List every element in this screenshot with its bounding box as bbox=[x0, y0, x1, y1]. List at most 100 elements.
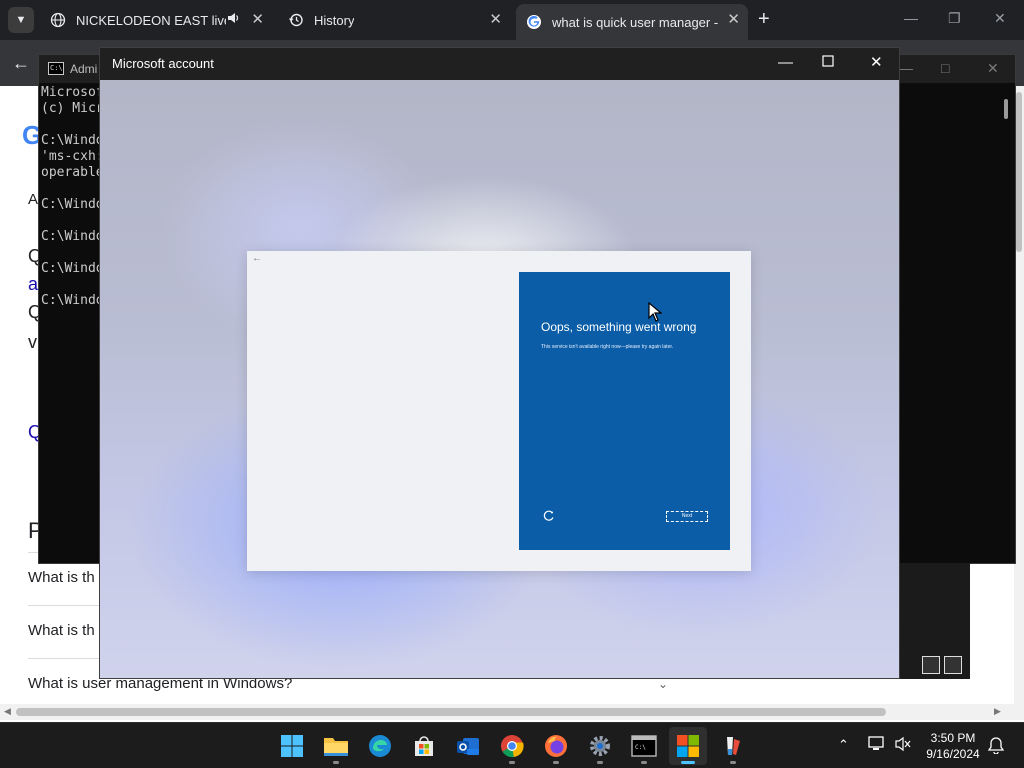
bell-icon[interactable] bbox=[987, 736, 1005, 758]
details-view-icon[interactable] bbox=[922, 656, 940, 674]
firefox-icon bbox=[545, 735, 567, 757]
store-icon bbox=[415, 736, 433, 756]
terminal-line: C:\Windo bbox=[41, 133, 104, 148]
tiles-view-icon[interactable] bbox=[944, 656, 962, 674]
result-text: v bbox=[28, 332, 37, 352]
start-button[interactable] bbox=[273, 727, 311, 765]
running-indicator bbox=[333, 761, 339, 764]
taskbar-outlook[interactable] bbox=[449, 727, 487, 765]
terminal-title: Admi bbox=[70, 62, 98, 76]
taskbar-firefox[interactable] bbox=[537, 727, 575, 765]
taskbar-file-explorer[interactable] bbox=[317, 727, 355, 765]
minimize-icon[interactable]: — bbox=[904, 10, 918, 26]
error-message: This service isn't available right now—p… bbox=[541, 344, 674, 350]
running-indicator bbox=[641, 761, 647, 764]
back-arrow-icon[interactable]: ← bbox=[12, 54, 30, 72]
tab-google-search[interactable]: what is quick user manager - G ✕ bbox=[516, 4, 748, 40]
tab-history[interactable]: History ✕ bbox=[278, 4, 510, 36]
taskbar-settings[interactable] bbox=[581, 727, 619, 765]
faq-question: What is th bbox=[28, 569, 95, 586]
view-toggle bbox=[922, 656, 962, 674]
minimize-icon[interactable]: — bbox=[899, 60, 913, 76]
close-icon[interactable]: ✕ bbox=[727, 12, 740, 28]
tab-title: History bbox=[314, 12, 355, 28]
terminal-line: (c) Micr bbox=[41, 101, 104, 116]
speaker-icon[interactable] bbox=[226, 11, 240, 28]
close-icon[interactable]: ✕ bbox=[987, 60, 999, 77]
terminal-line: C:\Windo bbox=[41, 229, 104, 244]
error-heading: Oops, something went wrong bbox=[541, 320, 697, 334]
chevron-down-icon: ▼ bbox=[15, 14, 27, 26]
network-icon[interactable] bbox=[868, 736, 886, 756]
scroll-right-icon[interactable]: ▶ bbox=[994, 706, 1001, 717]
running-indicator bbox=[730, 761, 736, 764]
terminal-line: C:\Windo bbox=[41, 293, 104, 308]
minimize-icon[interactable]: — bbox=[778, 54, 793, 72]
restore-icon[interactable]: ❐ bbox=[948, 10, 961, 26]
terminal-line: operable bbox=[41, 165, 104, 180]
google-icon bbox=[526, 14, 542, 30]
error-card: Oops, something went wrong This service … bbox=[519, 272, 730, 550]
start-icon bbox=[281, 735, 303, 757]
close-icon[interactable]: ✕ bbox=[489, 12, 502, 28]
microsoft-account-window[interactable]: Microsoft account — ✕ ← Oops, something … bbox=[99, 47, 900, 679]
clock-time: 3:50 PM bbox=[930, 731, 976, 745]
taskbar-store[interactable] bbox=[405, 727, 443, 765]
tab-nickelodeon[interactable]: NICKELODEON EAST live str ✕ bbox=[40, 4, 272, 36]
scrollbar-thumb[interactable] bbox=[1016, 92, 1022, 252]
running-indicator bbox=[597, 761, 603, 764]
terminal-line: Microsof bbox=[41, 85, 104, 100]
chevron-up-icon[interactable]: ⌃ bbox=[838, 737, 849, 753]
volume-muted-icon[interactable] bbox=[894, 736, 912, 756]
outlook-new-icon bbox=[457, 738, 479, 755]
microsoft-icon bbox=[677, 735, 699, 757]
taskbar-terminal[interactable]: C:\ bbox=[625, 727, 663, 765]
horizontal-scrollbar[interactable]: ◀ ▶ bbox=[0, 704, 1024, 720]
close-icon[interactable]: ✕ bbox=[251, 12, 264, 28]
accessibility-icon[interactable] bbox=[543, 510, 555, 525]
taskbar-chrome[interactable] bbox=[493, 727, 531, 765]
tab-title: what is quick user manager - G bbox=[552, 14, 720, 30]
close-icon[interactable]: ✕ bbox=[994, 10, 1006, 26]
clock-date: 9/16/2024 bbox=[926, 747, 980, 761]
dialog-body: ← Oops, something went wrong This servic… bbox=[100, 80, 899, 678]
terminal-line: 'ms-cxh: bbox=[41, 149, 104, 164]
settings-icon bbox=[590, 736, 610, 756]
tab-all[interactable]: A bbox=[28, 191, 38, 208]
next-button[interactable]: Next bbox=[666, 511, 708, 522]
faq-question: What is th bbox=[28, 622, 95, 639]
globe-icon bbox=[50, 12, 66, 28]
chrome-icon bbox=[501, 735, 524, 758]
terminal-icon: C:\ bbox=[631, 735, 657, 757]
taskbar-paint[interactable] bbox=[714, 727, 752, 765]
terminal-scrollbar[interactable] bbox=[1001, 83, 1015, 563]
scrollbar-thumb[interactable] bbox=[1004, 99, 1008, 119]
back-arrow-icon[interactable]: ← bbox=[252, 253, 262, 264]
cmd-icon: C:\ bbox=[48, 62, 64, 75]
maximize-icon[interactable]: □ bbox=[941, 60, 949, 76]
scroll-left-icon[interactable]: ◀ bbox=[4, 706, 11, 717]
tab-strip: ▼ NICKELODEON EAST live str ✕ History ✕ … bbox=[0, 0, 1024, 40]
file-explorer-icon bbox=[324, 738, 348, 756]
system-clock[interactable]: 3:50 PM 9/16/2024 bbox=[920, 730, 986, 762]
new-tab-button[interactable]: + bbox=[758, 9, 770, 29]
terminal-output[interactable]: Microsof (c) Micr C:\Windo'ms-cxh: operabl… bbox=[41, 85, 104, 309]
taskbar-microsoft-account[interactable] bbox=[669, 727, 707, 765]
taskbar-edge[interactable] bbox=[361, 727, 399, 765]
history-icon bbox=[288, 12, 304, 28]
maximize-icon[interactable] bbox=[822, 54, 834, 72]
dialog-titlebar[interactable]: Microsoft account — ✕ bbox=[100, 48, 899, 80]
result-link[interactable]: a bbox=[28, 274, 38, 295]
close-icon[interactable]: ✕ bbox=[870, 54, 883, 72]
paint-icon bbox=[727, 737, 740, 755]
svg-text:C:\: C:\ bbox=[635, 744, 646, 751]
tab-search-button[interactable]: ▼ bbox=[8, 7, 34, 33]
running-indicator bbox=[681, 761, 695, 764]
mouse-cursor-icon bbox=[648, 301, 663, 327]
taskbar: C:\ ⌃ 3:50 PM 9/16/2024 bbox=[0, 722, 1024, 768]
scrollbar-thumb[interactable] bbox=[16, 708, 886, 716]
